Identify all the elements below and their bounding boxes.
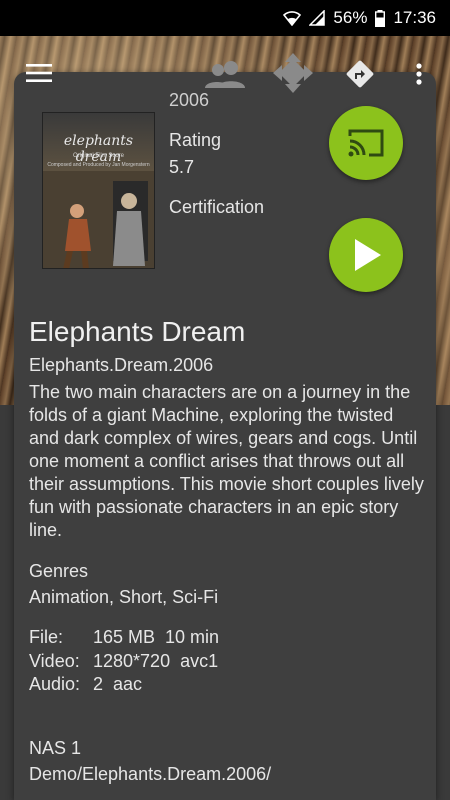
move-arrows-icon[interactable]	[270, 50, 316, 96]
file-label: File:	[29, 627, 64, 647]
more-vert-icon[interactable]	[408, 58, 430, 90]
wifi-icon	[283, 10, 302, 26]
file-value: 165 MB 10 min	[93, 627, 220, 647]
battery-percent: 56%	[333, 8, 368, 27]
source-name: NAS 1	[29, 738, 82, 758]
poster-title: elephants dream	[63, 133, 134, 165]
status-bar: 56% 17:36	[0, 0, 450, 36]
poster-subtitle: Original Film Score	[72, 153, 124, 159]
cast-icon	[348, 129, 384, 157]
video-info-row: Video: 1280*720 avc1	[29, 651, 218, 672]
poster-artwork	[43, 171, 154, 268]
genres-label: Genres	[29, 561, 89, 581]
hamburger-menu-icon[interactable]	[20, 56, 58, 90]
video-value: 1280*720 avc1	[93, 651, 219, 671]
file-name: Elephants.Dream.2006	[29, 355, 214, 375]
rating-value: 5.7	[169, 157, 195, 177]
signal-icon	[309, 10, 326, 26]
rating-label: Rating	[169, 130, 222, 150]
file-info-row: File: 165 MB 10 min	[29, 627, 219, 648]
cast-button[interactable]	[329, 106, 403, 180]
toolbar	[0, 36, 450, 112]
certification-label: Certification	[169, 197, 265, 217]
audio-info-row: Audio: 2 aac	[29, 674, 142, 695]
battery-icon	[375, 9, 386, 27]
audio-label: Audio:	[29, 674, 81, 694]
clock: 17:36	[393, 8, 436, 27]
audio-value: 2 aac	[93, 674, 143, 694]
poster-credit: Composed and Produced by Jan Morgenstern	[47, 162, 150, 168]
movie-title: Elephants Dream	[29, 316, 246, 347]
directions-icon[interactable]	[342, 56, 378, 92]
video-label: Video:	[29, 651, 80, 671]
play-icon	[355, 239, 381, 271]
source-path[interactable]: Demo/Elephants.Dream.2006/	[29, 764, 271, 785]
movie-poster[interactable]: elephants dream Original Film Score Comp…	[42, 112, 155, 269]
release-year: 2006	[169, 90, 210, 110]
genres-value: Animation, Short, Sci-Fi	[29, 587, 219, 607]
plot-description: The two main characters are on a journey…	[29, 382, 424, 540]
people-icon[interactable]	[200, 54, 250, 94]
play-button[interactable]	[329, 218, 403, 292]
